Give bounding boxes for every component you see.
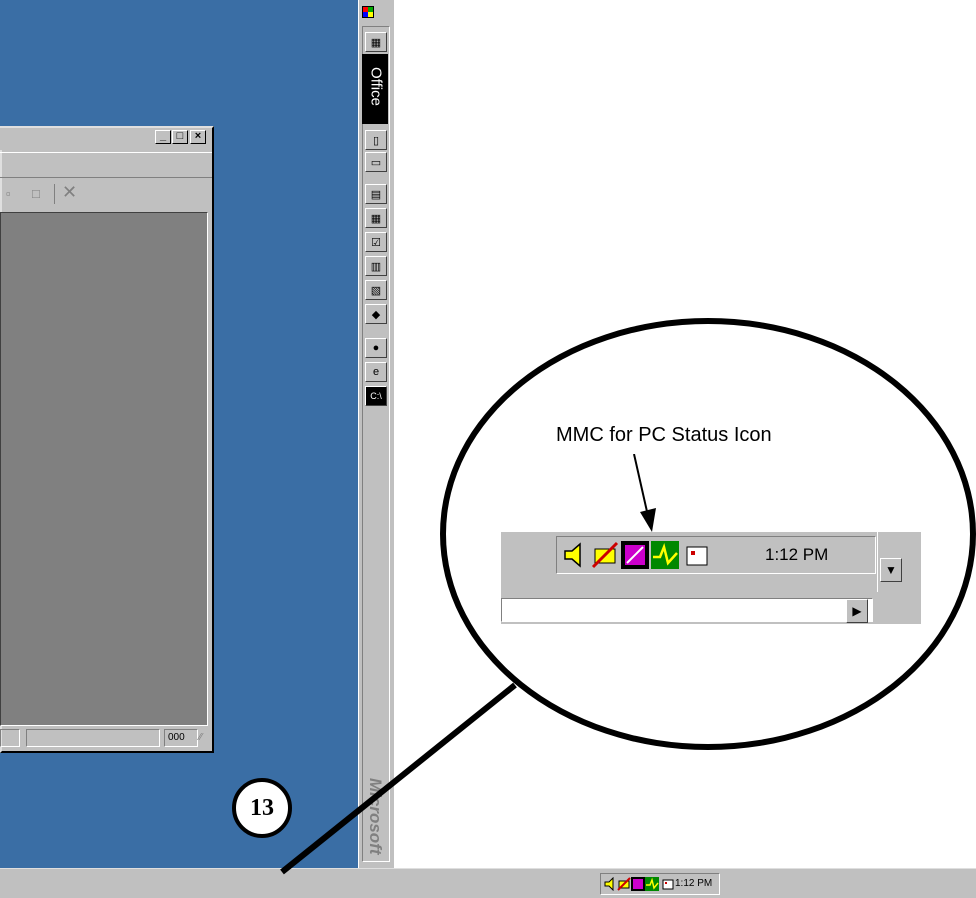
properties-icon[interactable]: □ <box>32 186 40 201</box>
zoomed-monitor-icon <box>651 541 679 569</box>
zoomed-vertical-scrollbar: ▼ <box>877 532 904 592</box>
mmc-pc-status-icon[interactable] <box>631 877 645 891</box>
zoomed-speaker-icon <box>561 541 589 569</box>
toolbar-divider <box>54 184 55 204</box>
zoomed-network-icon <box>591 541 619 569</box>
zoomed-clock: 1:12 PM <box>765 545 829 564</box>
scroll-down-button: ▼ <box>880 558 902 582</box>
status-cell-value: 000 <box>164 729 198 747</box>
window-status-bar: 000 ⁄⁄ <box>0 728 212 750</box>
callout-arrow <box>633 454 656 532</box>
note-icon[interactable]: ◆ <box>365 304 387 324</box>
contact-icon[interactable]: ▥ <box>365 256 387 276</box>
window-menu-bar <box>0 152 212 178</box>
new-office-document-icon[interactable]: ▤ <box>365 184 387 204</box>
window-toolbar: ▫ □ ✕ <box>0 180 212 210</box>
zoomed-system-tray: 1:12 PM <box>556 536 876 574</box>
resize-grip-icon[interactable]: ⁄⁄ <box>199 732 202 743</box>
close-button[interactable]: × <box>190 130 206 144</box>
system-tray: 1:12 PM <box>600 873 720 895</box>
calendar-icon[interactable]: ▦ <box>365 208 387 228</box>
status-cell <box>26 729 160 747</box>
taskbar-clock[interactable]: 1:12 PM <box>675 878 712 889</box>
journal-icon[interactable]: ▧ <box>365 280 387 300</box>
minimize-button[interactable]: _ <box>155 130 171 144</box>
network-icon[interactable] <box>617 877 631 891</box>
zoomed-mmc-pc-status-icon <box>621 541 649 569</box>
speaker-icon[interactable] <box>603 876 617 892</box>
callout-connector-line <box>280 682 517 875</box>
step-number-badge: 13 <box>232 778 292 838</box>
office-bar-menu-icon[interactable] <box>362 6 374 18</box>
office-icon[interactable]: ▦ <box>365 32 387 52</box>
new-document-icon[interactable]: ▯ <box>365 130 387 150</box>
status-cell-blank <box>0 729 20 747</box>
toolbar-icon[interactable]: ▫ <box>6 186 11 201</box>
scroll-right-button: ▶ <box>846 599 868 623</box>
office-bar-title: Office <box>362 54 388 124</box>
task-icon[interactable]: ☑ <box>365 232 387 252</box>
msn-icon[interactable]: ● <box>365 338 387 358</box>
internet-explorer-icon[interactable]: e <box>365 362 387 382</box>
window-client-area <box>0 212 208 726</box>
callout-label: MMC for PC Status Icon <box>556 424 772 446</box>
zoomed-taskbar: 1:12 PM ▼ ▶ <box>501 532 921 624</box>
monitor-icon[interactable] <box>645 877 659 891</box>
command-prompt-icon[interactable]: C:\ <box>365 386 387 406</box>
maximize-button[interactable]: □ <box>172 130 188 144</box>
open-folder-icon[interactable]: ▭ <box>365 152 387 172</box>
window-title-bar[interactable]: _ □ × <box>0 128 212 150</box>
delete-icon[interactable]: ✕ <box>62 182 77 203</box>
zoomed-printer-icon <box>683 541 711 569</box>
zoomed-horizontal-scrollbar: ▶ <box>501 598 873 623</box>
printer-icon[interactable] <box>661 877 675 891</box>
